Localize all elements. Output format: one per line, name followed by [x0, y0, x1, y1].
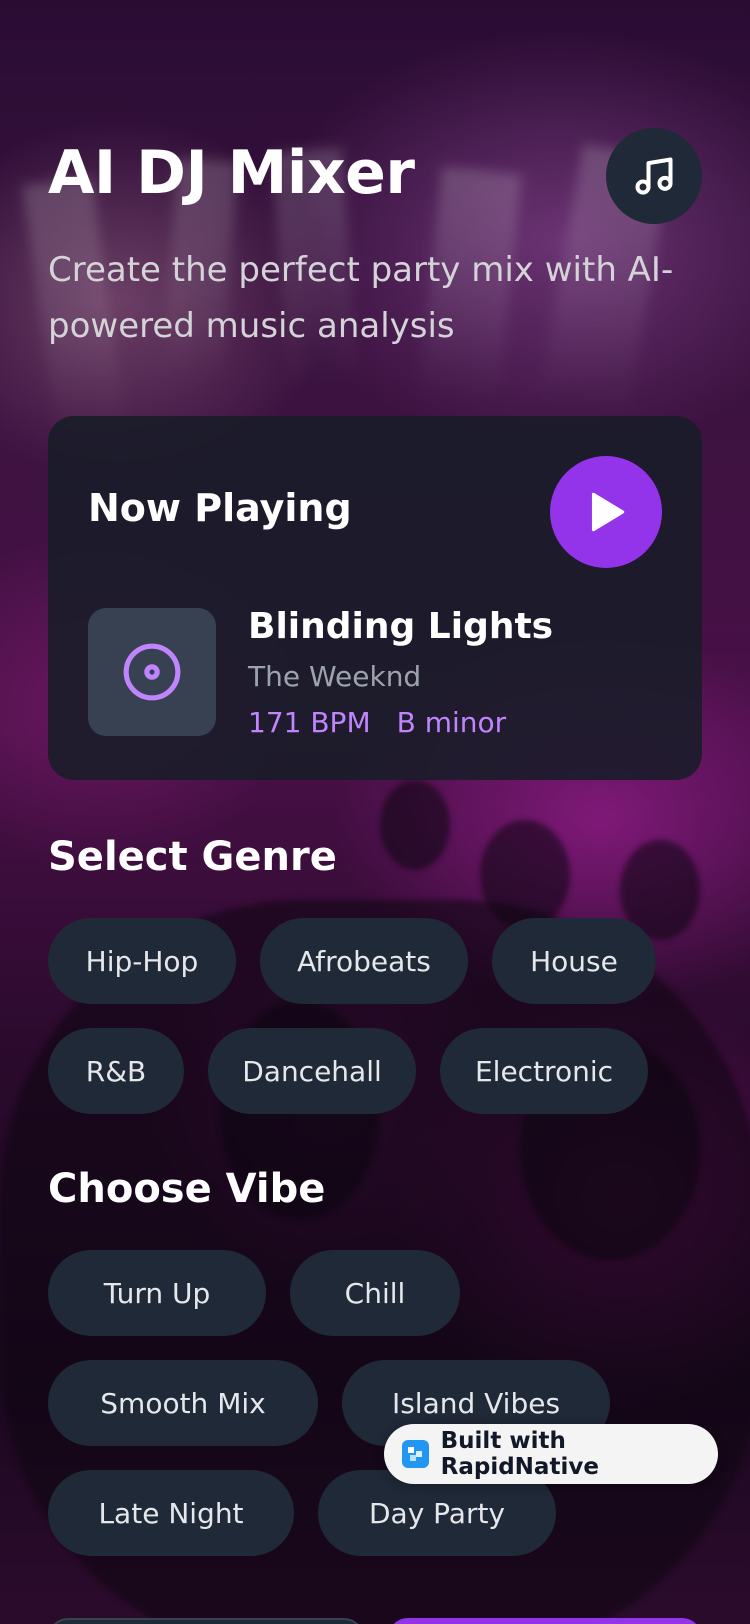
vibe-heading: Choose Vibe	[48, 1166, 326, 1212]
genre-chip-house[interactable]: House	[492, 918, 656, 1004]
track-title: Blinding Lights	[248, 606, 554, 647]
album-art	[88, 608, 216, 736]
built-with-badge[interactable]: Built with RapidNative	[384, 1424, 718, 1484]
music-button[interactable]	[606, 128, 702, 224]
genre-chip-rnb[interactable]: R&B	[48, 1028, 184, 1114]
track-key: B minor	[396, 706, 507, 739]
genre-chip-electronic[interactable]: Electronic	[440, 1028, 648, 1114]
vibe-chip-smooth-mix[interactable]: Smooth Mix	[48, 1360, 318, 1446]
now-playing-card: Now Playing Blinding Lights The Weeknd 1…	[48, 416, 702, 780]
genre-chip-dancehall[interactable]: Dancehall	[208, 1028, 416, 1114]
disc-icon	[123, 643, 181, 701]
track-artist: The Weeknd	[248, 660, 422, 693]
page-subtitle: Create the perfect party mix with AI-pow…	[48, 250, 674, 346]
vibe-chip-turn-up[interactable]: Turn Up	[48, 1250, 266, 1336]
genre-chip-afrobeats[interactable]: Afrobeats	[260, 918, 468, 1004]
vibe-chip-late-night[interactable]: Late Night	[48, 1470, 294, 1556]
music-note-icon	[635, 157, 673, 195]
badge-label: Built with RapidNative	[440, 1428, 599, 1480]
rapidnative-logo-icon	[402, 1440, 429, 1468]
track-meta: 171 BPM B minor	[248, 706, 506, 739]
vibe-chip-chill[interactable]: Chill	[290, 1250, 460, 1336]
play-button[interactable]	[550, 456, 662, 568]
page-title: AI DJ Mixer	[48, 138, 415, 208]
genre-heading: Select Genre	[48, 834, 337, 880]
primary-action-button[interactable]	[388, 1618, 702, 1624]
genre-chip-hip-hop[interactable]: Hip-Hop	[48, 918, 236, 1004]
track-bpm: 171 BPM	[248, 706, 371, 739]
secondary-action-button[interactable]	[48, 1618, 364, 1624]
play-icon	[591, 492, 625, 532]
now-playing-heading: Now Playing	[88, 486, 352, 530]
